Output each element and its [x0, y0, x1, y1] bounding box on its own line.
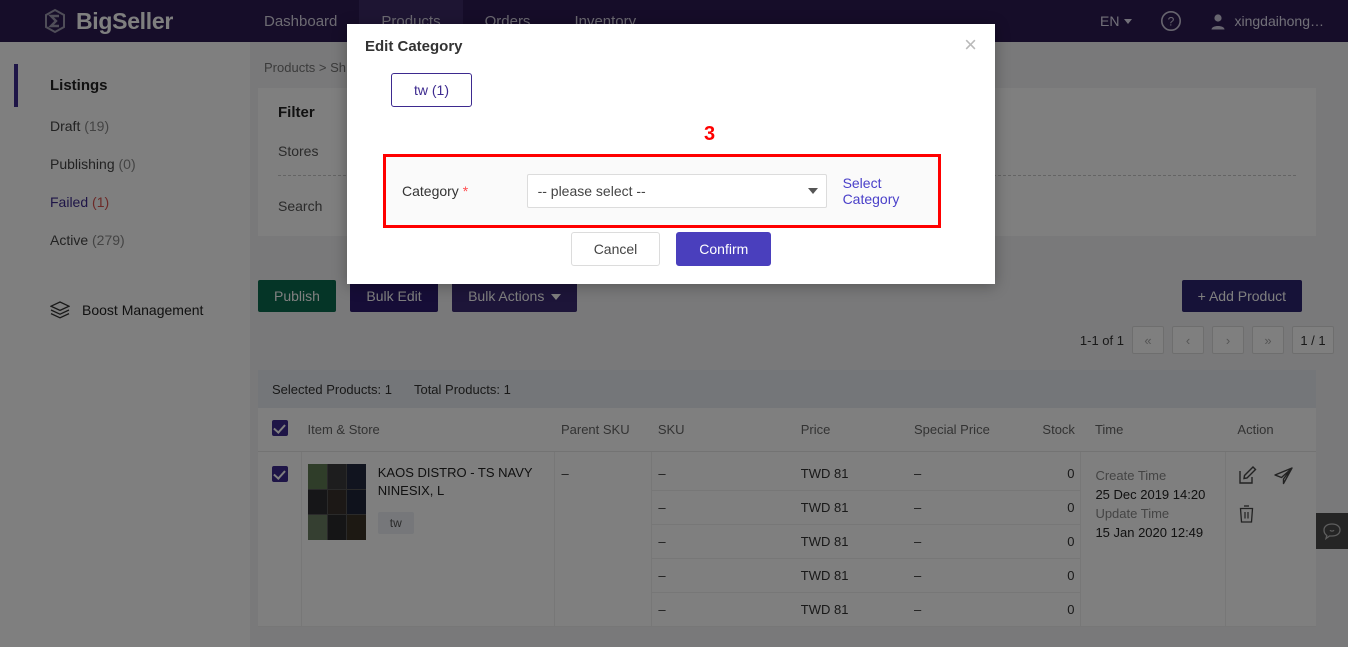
modal-footer: Cancel Confirm [347, 232, 995, 284]
category-select-wrap: -- please select -- [526, 174, 827, 208]
modal-header: Edit Category × [347, 24, 995, 56]
app-root: BigSeller Dashboard Products Orders Inve… [0, 0, 1348, 647]
close-icon[interactable]: × [964, 34, 977, 56]
cancel-button[interactable]: Cancel [570, 232, 661, 266]
annotation-step-3: 3 [704, 123, 716, 145]
modal-title: Edit Category [365, 38, 463, 55]
category-select[interactable]: -- please select -- [526, 174, 827, 208]
category-field-highlight: Category * -- please select -- Select Ca… [383, 154, 941, 228]
edit-category-modal: Edit Category × tw (1) 3 Category * -- p… [347, 24, 995, 284]
confirm-button[interactable]: Confirm [676, 232, 772, 266]
required-mark: * [462, 183, 469, 199]
modal-body: tw (1) 3 Category * -- please select -- … [347, 55, 995, 228]
category-label-text: Category [402, 183, 459, 199]
select-category-link[interactable]: Select Category [843, 175, 938, 207]
store-tab-tw[interactable]: tw (1) [391, 73, 472, 107]
category-label: Category * [402, 183, 527, 199]
